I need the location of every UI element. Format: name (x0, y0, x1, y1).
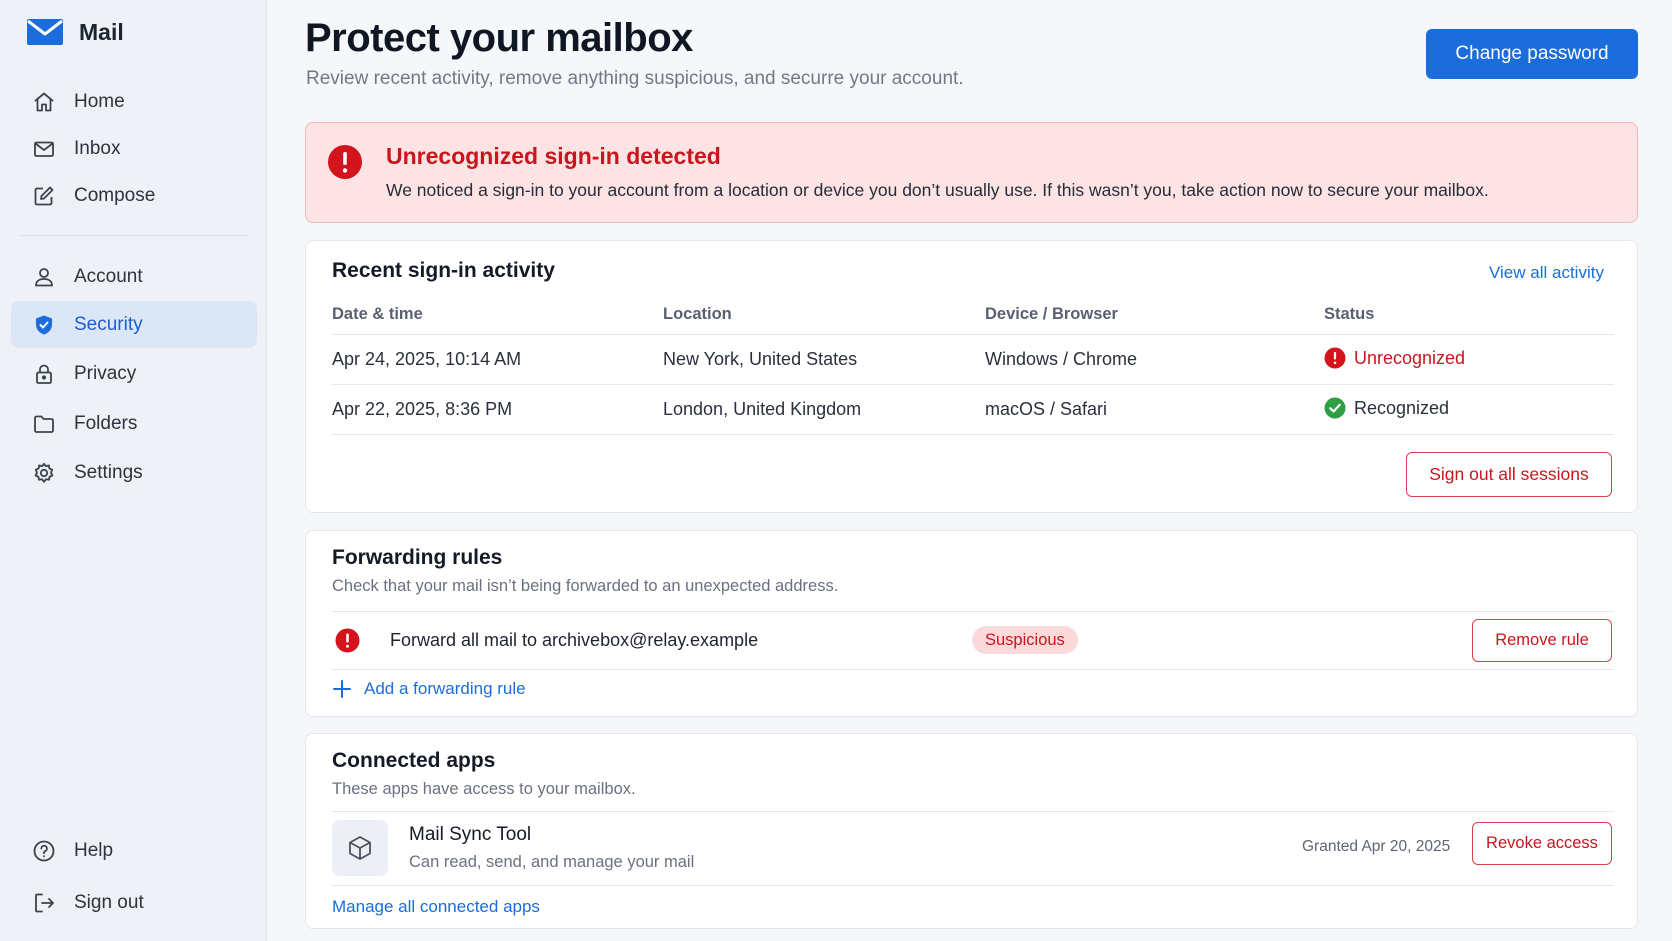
row-device: Windows / Chrome (985, 349, 1138, 369)
sidebar-item-label: Settings (74, 461, 143, 483)
plus-icon (332, 679, 352, 699)
sidebar-item-label: Folders (74, 412, 138, 434)
row-location: New York, United States (663, 349, 858, 369)
alert-title: Unrecognized sign-in detected (386, 143, 721, 169)
gear-icon (32, 461, 56, 485)
status-unrecognized: Unrecognized (1324, 347, 1465, 369)
connected-apps-card: Connected apps These apps have access to… (305, 733, 1638, 929)
suspicious-badge: Suspicious (972, 626, 1078, 654)
sign-out-all-sessions-button[interactable]: Sign out all sessions (1406, 452, 1612, 497)
column-header-location: Location (663, 305, 732, 323)
inbox-icon (32, 137, 56, 161)
change-password-button[interactable]: Change password (1426, 29, 1638, 79)
section-divider (332, 885, 1614, 886)
sidebar-item-folders[interactable]: Folders (11, 400, 257, 447)
sidebar-item-label: Home (74, 90, 125, 112)
revoke-access-button[interactable]: Revoke access (1472, 822, 1612, 865)
sidebar-item-label: Account (74, 265, 143, 287)
status-label: Unrecognized (1354, 347, 1466, 368)
forwarding-rules-description: Check that your mail isn’t being forward… (332, 577, 839, 595)
warning-icon (335, 628, 360, 653)
sidebar-item-label: Help (74, 839, 114, 861)
alert-message: We noticed a sign-in to your account fro… (386, 180, 1489, 200)
sidebar-item-account[interactable]: Account (11, 253, 257, 300)
row-device: macOS / Safari (985, 399, 1108, 419)
remove-rule-button[interactable]: Remove rule (1472, 619, 1612, 662)
view-all-activity-link[interactable]: View all activity (1489, 263, 1604, 283)
app-permission: Can read, send, and manage your mail (409, 853, 695, 871)
package-icon (346, 834, 374, 862)
help-icon (32, 839, 56, 863)
app-tile (332, 820, 388, 876)
section-divider (332, 811, 1614, 812)
app-name: Mail (79, 18, 124, 45)
connected-apps-description: These apps have access to your mailbox. (332, 780, 636, 798)
forwarding-rule-text: Forward all mail to archivebox@relay.exa… (390, 630, 759, 650)
lock-icon (32, 362, 56, 386)
connected-apps-title: Connected apps (332, 749, 496, 772)
sidebar-item-compose[interactable]: Compose (11, 172, 257, 219)
sidebar: Mail Home Inbox Compose Account Security (0, 0, 267, 941)
sidebar-item-sign-out[interactable]: Sign out (11, 879, 257, 926)
sidebar-item-privacy[interactable]: Privacy (11, 350, 257, 397)
status-label: Recognized (1354, 397, 1450, 418)
table-divider (332, 334, 1614, 335)
row-datetime: Apr 24, 2025, 10:14 AM (332, 349, 522, 369)
sidebar-divider (20, 235, 248, 236)
row-location: London, United Kingdom (663, 399, 862, 419)
compose-icon (32, 184, 56, 208)
sidebar-item-security[interactable]: Security (11, 301, 257, 348)
unrecognized-signin-alert: Unrecognized sign-in detected We noticed… (305, 122, 1638, 223)
alert-icon (327, 144, 363, 180)
sidebar-item-label: Inbox (74, 137, 121, 159)
column-header-datetime: Date & time (332, 305, 423, 323)
column-header-status: Status (1324, 305, 1375, 323)
brand[interactable]: Mail (26, 18, 124, 46)
app-name: Mail Sync Tool (409, 824, 532, 845)
sidebar-item-inbox[interactable]: Inbox (11, 125, 257, 172)
signin-activity-card: Recent sign-in activity View all activit… (305, 240, 1638, 513)
sidebar-item-label: Privacy (74, 362, 137, 384)
sidebar-item-home[interactable]: Home (11, 78, 257, 125)
forwarding-rules-title: Forwarding rules (332, 546, 503, 569)
page-subtitle: Review recent activity, remove anything … (306, 68, 964, 89)
sidebar-item-label: Sign out (74, 891, 144, 913)
sign-out-icon (32, 891, 56, 915)
user-icon (32, 265, 56, 289)
mail-logo-icon (26, 18, 64, 46)
sidebar-item-label: Compose (74, 184, 156, 206)
page-title: Protect your mailbox (305, 16, 693, 60)
table-divider (332, 384, 1614, 385)
section-divider (332, 611, 1614, 612)
sidebar-item-help[interactable]: Help (11, 827, 257, 874)
add-forwarding-rule-link[interactable]: Add a forwarding rule (332, 679, 526, 699)
column-header-device: Device / Browser (985, 305, 1118, 323)
home-icon (32, 90, 56, 114)
forwarding-rules-card: Forwarding rules Check that your mail is… (305, 530, 1638, 717)
sidebar-item-settings[interactable]: Settings (11, 449, 257, 496)
app-granted-date: Granted Apr 20, 2025 (1302, 838, 1451, 855)
check-circle-icon (1324, 397, 1346, 419)
folder-icon (32, 412, 56, 436)
table-divider (332, 434, 1614, 435)
status-recognized: Recognized (1324, 397, 1449, 419)
add-forwarding-rule-label: Add a forwarding rule (364, 679, 526, 698)
row-datetime: Apr 22, 2025, 8:36 PM (332, 399, 513, 419)
error-icon (1324, 347, 1346, 369)
manage-connected-apps-link[interactable]: Manage all connected apps (332, 897, 540, 917)
sidebar-item-label: Security (74, 313, 143, 335)
shield-icon (32, 313, 56, 337)
section-divider (332, 669, 1614, 670)
signin-activity-title: Recent sign-in activity (332, 259, 555, 282)
